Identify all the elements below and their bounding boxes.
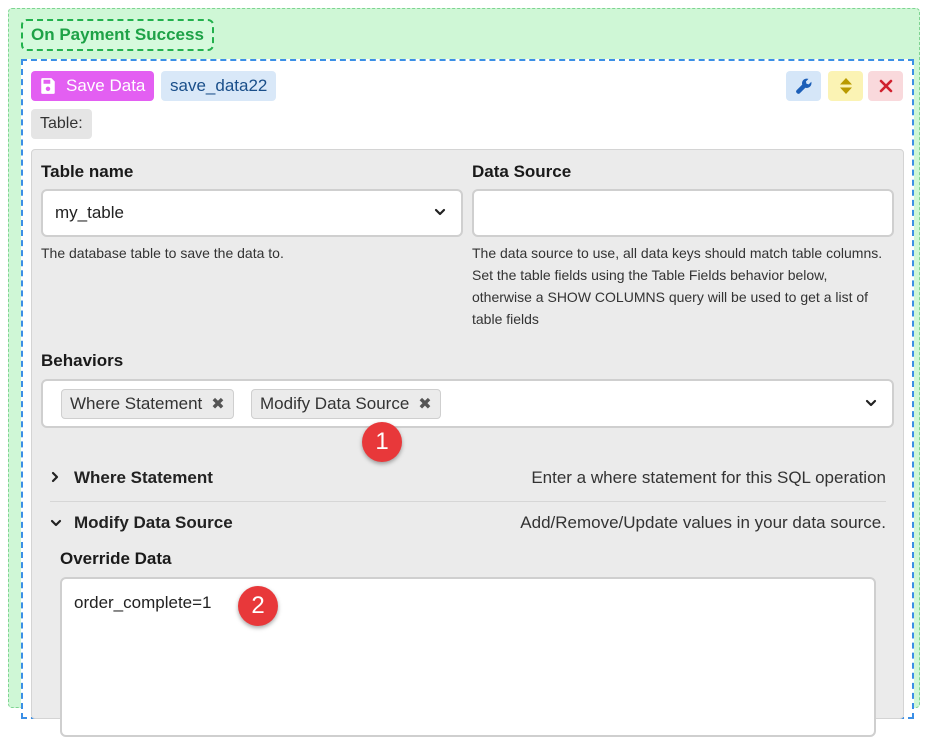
annotation-marker-1: 1 <box>362 422 402 462</box>
event-container: On Payment Success Save Data save_data22 <box>8 8 920 737</box>
data-source-help-line: Set the table fields using the Table Fie… <box>472 267 828 283</box>
override-data-textarea[interactable]: order_complete=1 <box>60 577 876 737</box>
close-icon <box>879 79 892 93</box>
delete-button[interactable] <box>868 71 903 101</box>
floppy-disk-icon <box>41 78 55 94</box>
behavior-tag-label: Modify Data Source <box>260 394 410 413</box>
data-source-help-line: otherwise a SHOW COLUMNS query will be u… <box>472 289 869 305</box>
chevron-down-icon <box>50 516 68 531</box>
chevron-down-icon <box>434 208 446 216</box>
accordion-title: Where Statement <box>74 468 213 487</box>
data-source-help-line: table fields <box>472 311 539 327</box>
accordion-title: Modify Data Source <box>74 513 233 532</box>
data-source-help: The data source to use, all data keys sh… <box>472 242 902 330</box>
table-name-help: The database table to save the data to. <box>41 245 284 261</box>
accordion-modify-data-source[interactable]: Modify Data Source Add/Remove/Update val… <box>50 501 886 545</box>
behaviors-multiselect[interactable]: Where Statement ✖ Modify Data Source ✖ <box>41 379 894 428</box>
remove-tag-icon[interactable]: ✖ <box>418 394 431 414</box>
chevron-down-icon[interactable] <box>864 396 878 410</box>
action-type-badge[interactable]: Save Data <box>31 71 155 101</box>
behavior-tag-modify-data-source: Modify Data Source ✖ <box>251 389 441 419</box>
remove-tag-icon[interactable]: ✖ <box>211 394 224 414</box>
wrench-icon <box>795 78 811 94</box>
accordion-where-statement[interactable]: Where Statement Enter a where statement … <box>50 456 886 500</box>
settings-panel: Table name my_table The database table t… <box>31 149 904 737</box>
behavior-tag-where-statement: Where Statement ✖ <box>61 389 234 419</box>
behavior-tag-label: Where Statement <box>70 394 203 413</box>
section-label: Table: <box>31 109 92 139</box>
data-source-title: Data Source <box>472 162 572 181</box>
settings-button[interactable] <box>786 71 821 101</box>
override-data-title: Override Data <box>60 549 172 568</box>
action-type-label: Save Data <box>66 76 146 95</box>
event-label: On Payment Success <box>21 19 214 51</box>
action-block: Save Data save_data22 Table: Table name … <box>21 59 914 737</box>
accordion-description: Enter a where statement for this SQL ope… <box>531 468 886 487</box>
sort-arrows-icon <box>839 78 852 94</box>
override-data-value: order_complete=1 <box>74 593 212 612</box>
table-name-value: my_table <box>55 203 124 222</box>
data-source-input[interactable] <box>472 189 894 237</box>
behaviors-title: Behaviors <box>41 351 124 370</box>
table-name-title: Table name <box>41 162 134 181</box>
table-name-select[interactable]: my_table <box>41 189 463 237</box>
chevron-right-icon <box>50 471 68 486</box>
reorder-button[interactable] <box>828 71 863 101</box>
accordion-description: Add/Remove/Update values in your data so… <box>520 513 886 532</box>
data-source-help-line: The data source to use, all data keys sh… <box>472 245 883 261</box>
action-name-badge[interactable]: save_data22 <box>161 71 277 101</box>
annotation-marker-2: 2 <box>238 586 278 626</box>
